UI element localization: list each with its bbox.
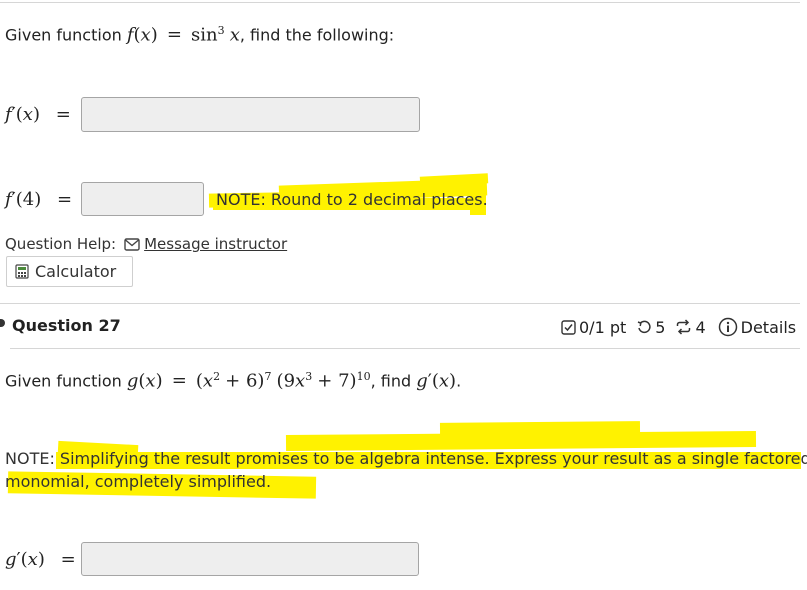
- calculator-button[interactable]: Calculator: [6, 256, 133, 287]
- q27-meta: 0/1 pt 5 4 Details: [561, 317, 796, 337]
- question-divider: [0, 303, 800, 304]
- q27-note-line1: NOTE: Simplifying the result promises to…: [5, 449, 807, 468]
- q27-fn-name: g: [126, 370, 139, 392]
- q26-part2-input[interactable]: [81, 182, 204, 216]
- top-divider: [0, 2, 800, 3]
- q27-title: Question 27: [12, 316, 121, 335]
- header-divider: [10, 348, 800, 349]
- refresh-arrows-icon: [677, 319, 691, 335]
- q27-answer-input[interactable]: [81, 542, 419, 576]
- retries-info: 5: [636, 318, 665, 337]
- info-icon: [718, 317, 737, 337]
- q27-prompt: Given function g(x) = (x2 + 6)7 (9x3 + 7…: [5, 370, 462, 392]
- score-info: 0/1 pt: [561, 318, 626, 337]
- q26-fn-def: sin: [191, 24, 218, 46]
- q27-note-line2: monomial, completely simplified.: [5, 472, 272, 491]
- attempts-info: 4: [675, 318, 706, 337]
- envelope-icon: [124, 237, 140, 251]
- details-button[interactable]: Details: [718, 317, 796, 337]
- q26-part1-input[interactable]: [81, 97, 420, 132]
- q27-answer-label: g′(x) =: [5, 549, 76, 570]
- calculator-icon: [15, 264, 29, 279]
- q26-part1-label: f′(x) =: [5, 104, 71, 125]
- q26-part2-label: f′(4) =: [5, 189, 73, 210]
- checkbox-icon: [561, 319, 576, 335]
- message-instructor-link[interactable]: Message instructor: [124, 235, 287, 253]
- q26-note: NOTE: Round to 2 decimal places.: [216, 190, 488, 209]
- q26-prompt: Given function f(x) = sin3 x, find the f…: [5, 24, 395, 46]
- retry-icon: [637, 320, 651, 334]
- q26-fn-name: f: [126, 24, 134, 46]
- q26-help: Question Help: Message instructor: [5, 235, 288, 253]
- collapse-marker: [0, 319, 5, 327]
